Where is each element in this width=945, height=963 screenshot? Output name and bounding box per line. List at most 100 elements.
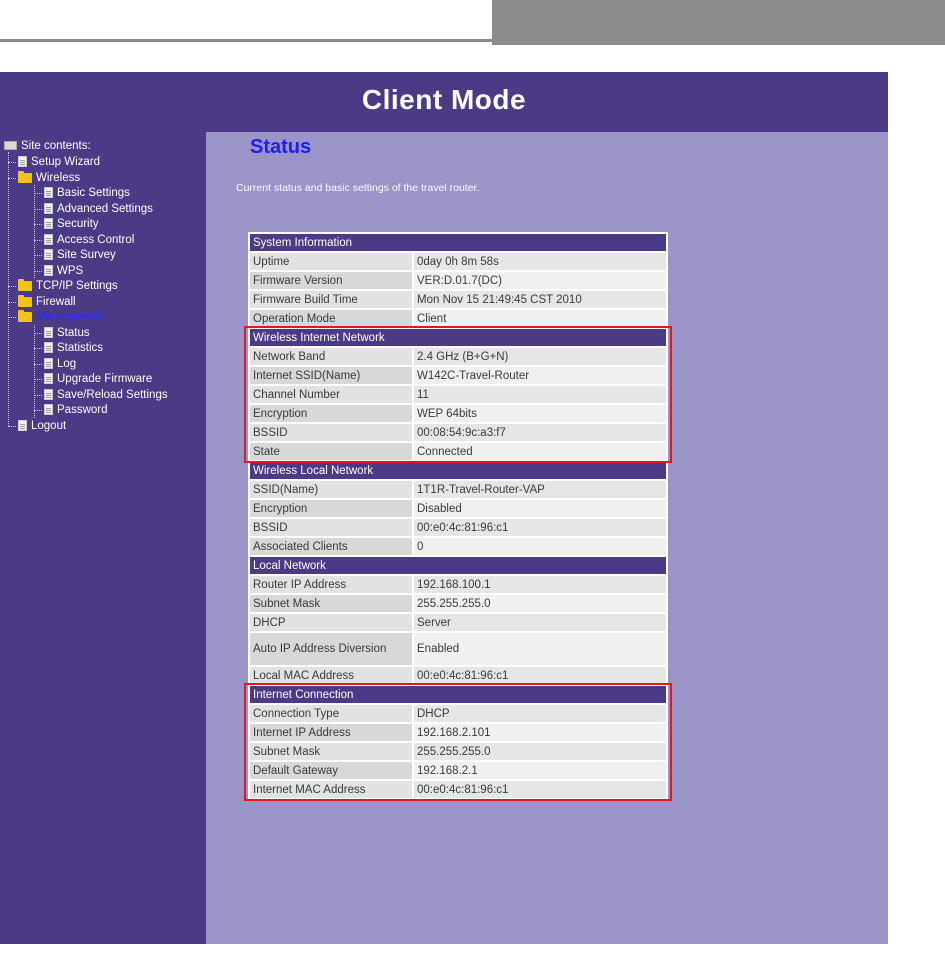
table-row: Subnet Mask 255.255.255.0 bbox=[250, 595, 666, 612]
sidebar-item-label: Password bbox=[57, 404, 108, 416]
site-contents-icon bbox=[4, 141, 17, 151]
tree-trunk-line bbox=[8, 152, 9, 426]
table-row: BSSID 00:e0:4c:81:96:c1 bbox=[250, 519, 666, 536]
row-value: Disabled bbox=[414, 500, 666, 517]
doc-icon bbox=[18, 156, 27, 168]
sidebar-item-label: Wireless bbox=[36, 172, 81, 184]
section-title: System Information bbox=[250, 234, 666, 251]
row-label: DHCP bbox=[250, 614, 412, 631]
tree-connector bbox=[34, 410, 42, 411]
sidebar-item-wireless[interactable]: Wireless bbox=[18, 170, 80, 186]
sidebar-item-security[interactable]: Security bbox=[44, 216, 99, 232]
table-row: Firmware Build Time Mon Nov 15 21:49:45 C… bbox=[250, 291, 666, 308]
sidebar-item-label: Site Survey bbox=[57, 249, 116, 261]
sidebar-item-tcp-ip-settings[interactable]: TCP/IP Settings bbox=[18, 278, 118, 294]
sidebar-item-advanced-settings[interactable]: Advanced Settings bbox=[44, 201, 153, 217]
sidebar-item-basic-settings[interactable]: Basic Settings bbox=[44, 185, 130, 201]
sidebar-item-label: Status bbox=[57, 327, 90, 339]
sidebar-item-upgrade-firmware[interactable]: Upgrade Firmware bbox=[44, 371, 152, 387]
tree-connector bbox=[34, 193, 42, 194]
doc-icon bbox=[44, 187, 53, 199]
section-title: Local Network bbox=[250, 557, 666, 574]
row-value: VER:D.01.7(DC) bbox=[414, 272, 666, 289]
site-contents-label: Site contents: bbox=[21, 140, 91, 152]
table-row: Firmware Version VER:D.01.7(DC) bbox=[250, 272, 666, 289]
sidebar-item-access-control[interactable]: Access Control bbox=[44, 232, 134, 248]
sidebar-item-management[interactable]: Management bbox=[18, 309, 103, 325]
section-header-row: System Information bbox=[250, 234, 666, 251]
tree-connector bbox=[34, 395, 42, 396]
table-row: DHCP Server bbox=[250, 614, 666, 631]
site-contents-root[interactable]: Site contents: bbox=[4, 138, 91, 154]
doc-icon bbox=[44, 373, 53, 385]
row-value: 1T1R-Travel-Router-VAP bbox=[414, 481, 666, 498]
row-label: Auto IP Address Diversion bbox=[250, 633, 412, 665]
doc-icon bbox=[44, 234, 53, 246]
row-label: BSSID bbox=[250, 519, 412, 536]
sidebar-item-label: Access Control bbox=[57, 234, 135, 246]
row-label: Operation Mode bbox=[250, 310, 412, 327]
top-bar-left bbox=[0, 0, 492, 42]
tree-connector bbox=[34, 224, 42, 225]
sidebar-item-status[interactable]: Status bbox=[44, 325, 90, 341]
section-title: Wireless Local Network bbox=[250, 462, 666, 479]
tree-connector bbox=[8, 286, 16, 287]
tree-connector bbox=[8, 302, 16, 303]
tree-branch-line bbox=[34, 325, 35, 418]
sidebar-item-save-reload-settings[interactable]: Save/Reload Settings bbox=[44, 387, 168, 403]
row-value: 0day 0h 8m 58s bbox=[414, 253, 666, 270]
sidebar-item-label: Advanced Settings bbox=[57, 203, 153, 215]
doc-icon bbox=[44, 265, 53, 277]
section-header-row: Local Network bbox=[250, 557, 666, 574]
header-title: Client Mode bbox=[361, 84, 527, 115]
sidebar-item-password[interactable]: Password bbox=[44, 402, 108, 418]
table-row: Auto IP Address Diversion Enabled bbox=[250, 633, 666, 665]
sidebar: Site contents: Setup Wizard Wireless Basic… bbox=[0, 132, 206, 944]
table-row: Local MAC Address 00:e0:4c:81:96:c1 bbox=[250, 667, 666, 684]
row-label: Uptime bbox=[250, 253, 412, 270]
tree-connector bbox=[8, 178, 16, 179]
table-row: Uptime 0day 0h 8m 58s bbox=[250, 253, 666, 270]
sidebar-item-statistics[interactable]: Statistics bbox=[44, 340, 103, 356]
sidebar-item-label: Log bbox=[57, 358, 77, 370]
sidebar-item-setup-wizard[interactable]: Setup Wizard bbox=[18, 154, 100, 170]
doc-icon bbox=[44, 389, 53, 401]
tree-connector bbox=[8, 426, 16, 427]
row-label: Local MAC Address bbox=[250, 667, 412, 684]
sidebar-item-logout[interactable]: Logout bbox=[18, 418, 66, 434]
table-row: SSID(Name) 1T1R-Travel-Router-VAP bbox=[250, 481, 666, 498]
row-label: SSID(Name) bbox=[250, 481, 412, 498]
row-value: 192.168.100.1 bbox=[414, 576, 666, 593]
sidebar-item-log[interactable]: Log bbox=[44, 356, 76, 372]
folder-icon bbox=[18, 309, 32, 322]
sidebar-item-firewall[interactable]: Firewall bbox=[18, 294, 76, 310]
table-row: Associated Clients 0 bbox=[250, 538, 666, 555]
tree-connector bbox=[34, 255, 42, 256]
doc-icon bbox=[44, 203, 53, 215]
doc-icon bbox=[44, 249, 53, 261]
section-header-row: Wireless Local Network bbox=[250, 462, 666, 479]
row-label: Subnet Mask bbox=[250, 595, 412, 612]
sidebar-item-wps[interactable]: WPS bbox=[44, 263, 83, 279]
row-value: Client bbox=[414, 310, 666, 327]
tree-branch-line bbox=[34, 185, 35, 278]
row-value: 00:e0:4c:81:96:c1 bbox=[414, 519, 666, 536]
tree-connector bbox=[34, 348, 42, 349]
sidebar-item-site-survey[interactable]: Site Survey bbox=[44, 247, 116, 263]
row-value: Enabled bbox=[414, 633, 666, 665]
row-label: Associated Clients bbox=[250, 538, 412, 555]
sidebar-item-label: TCP/IP Settings bbox=[36, 280, 118, 292]
doc-icon bbox=[18, 420, 27, 432]
sidebar-item-label: Basic Settings bbox=[57, 187, 130, 199]
table-row: Encryption Disabled bbox=[250, 500, 666, 517]
doc-icon bbox=[44, 404, 53, 416]
row-value: 255.255.255.0 bbox=[414, 595, 666, 612]
tree-connector bbox=[34, 209, 42, 210]
tree-connector bbox=[34, 333, 42, 334]
row-label: Firmware Version bbox=[250, 272, 412, 289]
page-header: Client Mode bbox=[0, 72, 888, 132]
folder-icon bbox=[18, 294, 32, 307]
row-label: Encryption bbox=[250, 500, 412, 517]
highlight-box-wireless-internet bbox=[244, 326, 672, 463]
folder-icon bbox=[18, 170, 32, 183]
